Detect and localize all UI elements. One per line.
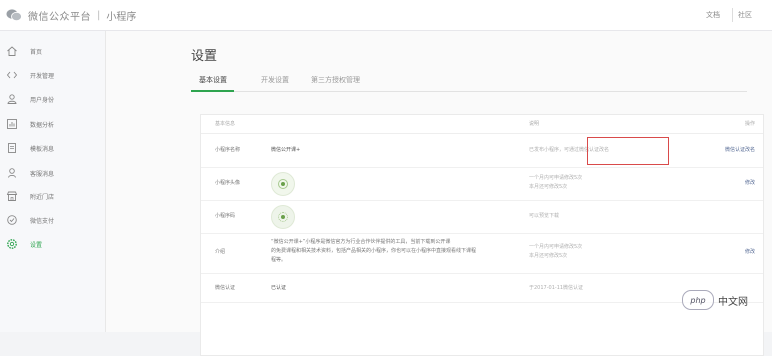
row-desc: 本月还可修改5次 [529, 184, 568, 190]
document-icon [5, 141, 19, 155]
modify-avatar-link[interactable]: 修改 [745, 179, 755, 188]
highlight-box [587, 137, 669, 165]
row-label: 小程序头像 [215, 180, 241, 186]
main-content: 设置 基本设置 开发设置 第三方授权管理 基本信息 说明 操作 小程序名称 微信… [106, 31, 772, 356]
table-row-qrcode: 小程序码 可以预览下载 [201, 201, 763, 234]
watermark: php 中文网 [682, 289, 762, 311]
sidebar-item-service[interactable]: 客服消息 [0, 166, 105, 180]
brand-name: 微信公众平台 [28, 11, 91, 23]
person-icon [5, 166, 19, 180]
table-row-verification: 微信认证 已认证 于2017-01-11微信认证 [201, 274, 763, 303]
row-desc: 于2017-01-11微信认证 [529, 285, 584, 291]
chart-icon [5, 117, 19, 131]
table-row-intro: 介绍 “微信公开课+”小程序是微信官方为行业合作伙伴提供的工具，当前下载到公开课… [201, 234, 763, 274]
sidebar-item-label: 首页 [30, 48, 43, 56]
column-header: 说明 [529, 121, 540, 127]
sidebar-item-label: 数据分析 [30, 121, 55, 129]
sidebar-item-label: 模板消息 [30, 145, 55, 153]
tab-third-party[interactable]: 第三方授权管理 [311, 75, 360, 85]
top-divider [732, 8, 733, 22]
watermark-badge: php [682, 290, 714, 310]
row-desc: 可以预览下载 [529, 213, 560, 219]
modify-intro-link[interactable]: 修改 [745, 248, 755, 257]
table-header: 基本信息 说明 操作 [201, 115, 763, 134]
row-value: “微信公开课+”小程序是微信官方为行业合作伙伴提供的工具，当前下载到公开课 [271, 239, 451, 245]
code-icon [5, 68, 19, 82]
sidebar-item-label: 微信支付 [30, 217, 55, 225]
sidebar-item-label: 开发管理 [30, 72, 55, 80]
rename-link[interactable]: 微信认证改名 [725, 146, 755, 155]
row-label: 小程序名称 [215, 147, 241, 153]
settings-table: 基本信息 说明 操作 小程序名称 微信公开课+ 已发布小程序，可通过微信认证改名… [200, 114, 764, 356]
row-desc: 一个月内可申请修改5次 [529, 175, 583, 181]
sidebar-item-label: 设置 [30, 241, 43, 249]
top-bar: 微信公众平台 | 小程序 文档 社区 [0, 0, 772, 31]
row-label: 介绍 [215, 249, 226, 255]
tab-dev[interactable]: 开发设置 [261, 75, 289, 85]
page-title: 设置 [191, 49, 218, 64]
sidebar-item-users[interactable]: 用户身份 [0, 92, 105, 106]
payment-icon [5, 213, 19, 227]
community-link[interactable]: 社区 [738, 10, 752, 20]
avatar-image [271, 172, 295, 196]
brand[interactable]: 微信公众平台 | 小程序 [6, 7, 136, 23]
sidebar-item-label: 用户身份 [30, 96, 55, 104]
table-row-avatar: 小程序头像 一个月内可申请修改5次 本月还可修改5次 修改 [201, 168, 763, 201]
column-header: 操作 [744, 121, 755, 127]
table-row-name: 小程序名称 微信公开课+ 已发布小程序，可通过微信认证改名 微信认证改名 [201, 134, 763, 168]
home-icon [5, 44, 19, 58]
sidebar-item-payment[interactable]: 微信支付 [0, 213, 105, 227]
sidebar-item-label: 附近门店 [30, 193, 55, 201]
sidebar-item-analytics[interactable]: 数据分析 [0, 117, 105, 131]
product-name: 小程序 [106, 11, 137, 23]
row-value: 程等。 [271, 257, 287, 263]
row-value: 的免费课程和相关技术资料，包括产品相关的小程序，你也可以在小程序中直接观看线下课… [271, 248, 477, 254]
sidebar-item-label: 客服消息 [30, 170, 55, 178]
sidebar-item-dev[interactable]: 开发管理 [0, 68, 105, 82]
row-value: 微信公开课+ [271, 147, 301, 153]
user-icon [5, 92, 19, 106]
sidebar-item-home[interactable]: 首页 [0, 44, 105, 58]
docs-link[interactable]: 文档 [706, 10, 720, 20]
row-desc: 一个月内可申请修改5次 [529, 244, 583, 250]
brand-separator: | [97, 9, 101, 21]
store-icon [5, 189, 19, 203]
qr-code-image [271, 205, 295, 229]
row-label: 小程序码 [215, 213, 236, 219]
sidebar-item-stores[interactable]: 附近门店 [0, 189, 105, 203]
row-label: 微信认证 [215, 285, 236, 291]
wechat-logo-icon [6, 9, 22, 22]
active-tab-indicator [191, 90, 234, 92]
tab-basic[interactable]: 基本设置 [199, 75, 227, 85]
watermark-text: 中文网 [718, 296, 748, 308]
settings-tabs: 基本设置 开发设置 第三方授权管理 [191, 71, 747, 92]
sidebar-item-templates[interactable]: 模板消息 [0, 141, 105, 155]
sidebar-item-settings[interactable]: 设置 [0, 237, 105, 251]
settings-icon [5, 237, 19, 251]
sidebar: 首页 开发管理 用户身份 数据分析 模板消息 客服消息 附近门店 微信支付 设置 [0, 31, 106, 332]
row-desc: 本月还可修改5次 [529, 253, 568, 259]
row-value: 已认证 [271, 285, 287, 291]
column-header: 基本信息 [215, 121, 236, 127]
